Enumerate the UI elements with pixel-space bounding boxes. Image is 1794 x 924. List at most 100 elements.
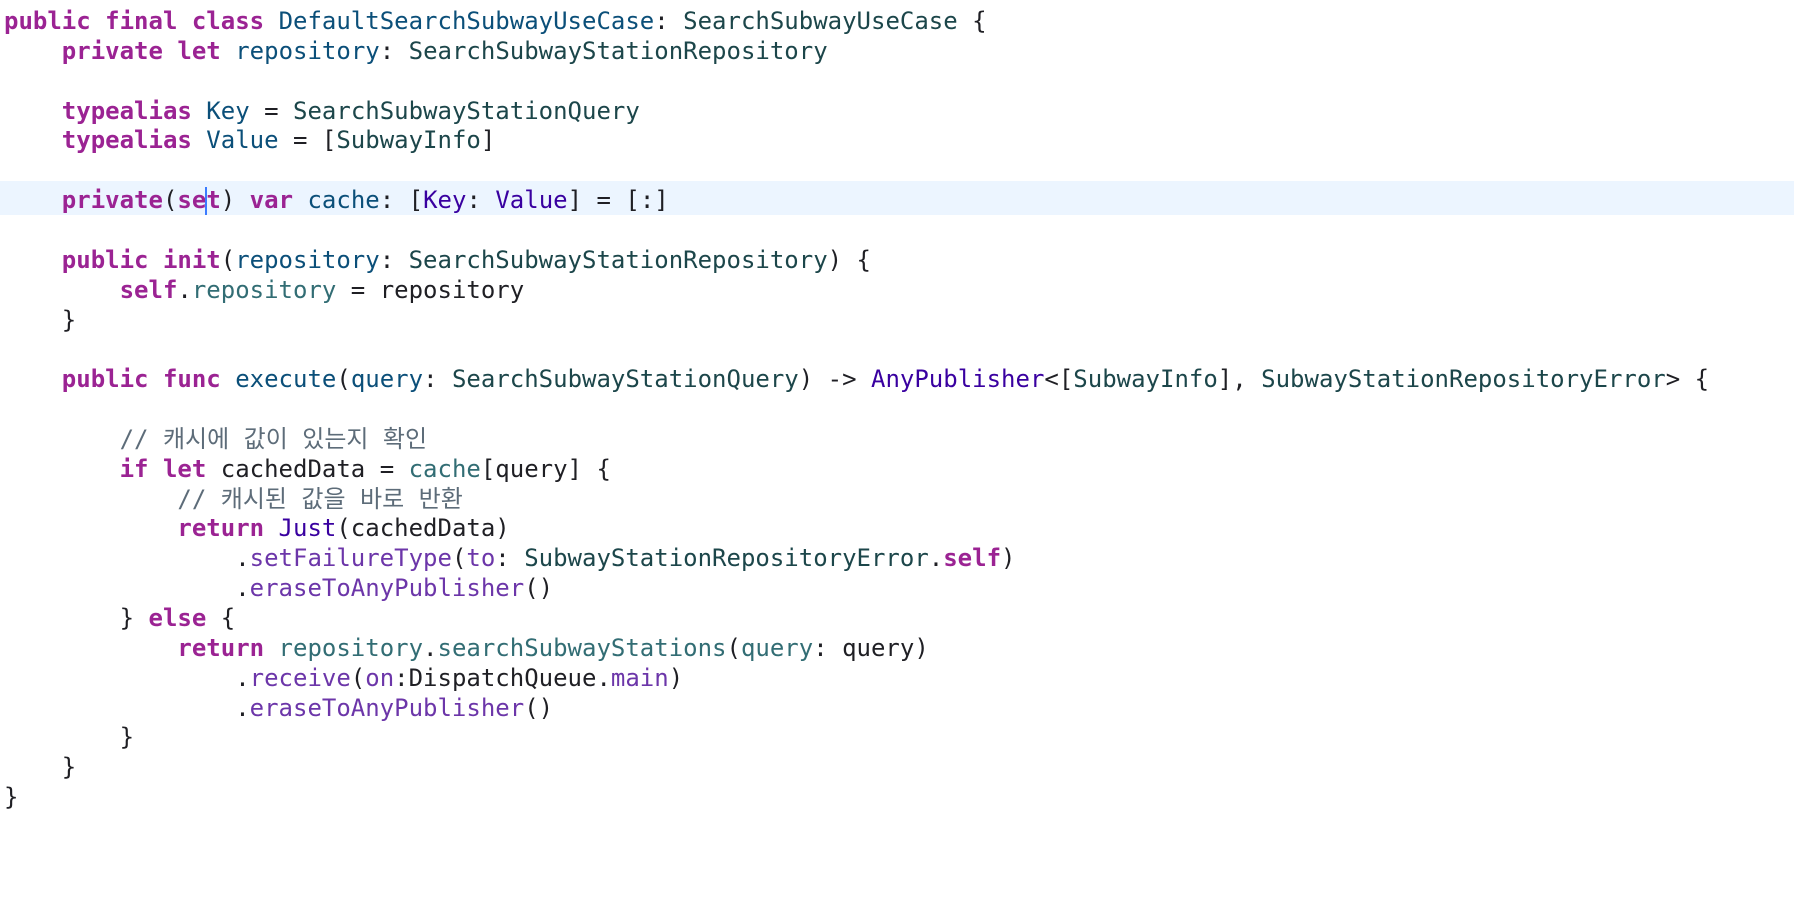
- code-token-tdecl: cache: [307, 186, 380, 215]
- code-token-plain: ]: [480, 126, 496, 155]
- code-token-ptype: AnyPublisher: [871, 365, 1045, 394]
- code-token-plain: cachedData =: [206, 454, 409, 483]
- code-token-type: SubwayStationRepositoryError: [524, 544, 929, 573]
- code-token-plain: }: [4, 753, 77, 782]
- code-token-pfunc: setFailureType: [249, 544, 452, 573]
- code-token-kw: else: [148, 604, 207, 632]
- code-token-ptype: Just: [278, 514, 337, 543]
- code-token-kw: var: [249, 186, 294, 215]
- code-token-kw: private: [61, 36, 163, 65]
- code-token-plain: }: [4, 723, 135, 752]
- code-token-tdecl: repository: [235, 245, 380, 274]
- code-token-plain: (): [524, 693, 554, 722]
- code-token-proj: cache: [408, 454, 481, 483]
- code-token-plain: :DispatchQueue.: [394, 663, 611, 692]
- code-token-plain: ): [1001, 544, 1016, 573]
- code-line[interactable]: }: [4, 303, 76, 337]
- code-token-plain: }: [4, 604, 149, 632]
- code-token-pfunc: to: [466, 544, 496, 573]
- code-token-type: SearchSubwayStationRepository: [408, 245, 828, 274]
- code-token-plain: (: [336, 365, 351, 394]
- code-token-kw: return: [177, 633, 265, 662]
- code-token-tdecl: repository: [235, 36, 380, 65]
- code-line[interactable]: self.repository = repository: [4, 273, 525, 307]
- code-token-plain: : query): [813, 633, 929, 662]
- code-token-type: SubwayInfo: [336, 126, 481, 155]
- code-token-plain: :: [423, 365, 452, 394]
- code-token-plain: :: [379, 245, 409, 274]
- code-token-tdecl: execute: [235, 365, 337, 394]
- code-token-plain: :: [379, 36, 409, 65]
- code-token-plain: }: [4, 305, 77, 334]
- code-token-kw: return: [177, 514, 265, 543]
- code-token-plain: {: [957, 7, 987, 35]
- code-token-plain: (: [350, 663, 366, 692]
- code-token-plain: <[: [1044, 365, 1074, 394]
- code-token-plain: ) ->: [798, 365, 871, 394]
- code-token-plain: = [: [278, 126, 337, 155]
- code-token-type: SearchSubwayStationRepository: [408, 36, 828, 65]
- code-token-kw: se: [177, 186, 207, 215]
- code-line[interactable]: private(set) var cache: [Key: Value] = […: [4, 183, 669, 217]
- code-token-tdecl: query: [350, 365, 424, 394]
- code-token-pfunc: receive: [249, 663, 351, 692]
- code-token-plain: {: [206, 604, 236, 632]
- code-token-kw: public: [61, 245, 149, 274]
- code-line[interactable]: }: [4, 780, 18, 814]
- code-token-proj: repository: [191, 275, 337, 304]
- code-token-plain: (: [726, 633, 741, 662]
- code-line[interactable]: private let repository: SearchSubwayStat…: [4, 34, 828, 68]
- code-line[interactable]: public func execute(query: SearchSubwayS…: [4, 362, 1709, 396]
- code-token-pfunc: on: [365, 663, 395, 692]
- code-token-plain: = repository: [336, 275, 525, 304]
- code-token-plain: : [: [379, 186, 424, 215]
- code-token-plain: ) {: [827, 245, 871, 274]
- code-token-plain: :: [495, 544, 525, 573]
- code-line[interactable]: typealias Value = [SubwayInfo]: [4, 123, 496, 157]
- code-token-plain: ): [668, 663, 684, 692]
- code-token-kw: typealias: [61, 96, 192, 125]
- code-token-plain: .: [4, 574, 250, 603]
- code-token-tdecl: DefaultSearchSubwayUseCase: [278, 7, 655, 35]
- code-token-pfunc: main: [610, 663, 669, 692]
- code-token-kw: let: [177, 36, 221, 65]
- code-token-plain: (: [451, 544, 467, 573]
- code-token-kw: public: [4, 7, 91, 35]
- code-token-ptype: Key: [423, 186, 467, 215]
- code-editor[interactable]: public final class DefaultSearchSubwayUs…: [0, 0, 1794, 924]
- code-token-type: SearchSubwayStationQuery: [293, 96, 640, 125]
- code-token-kw: self: [943, 544, 1002, 573]
- code-token-kw: if: [119, 454, 149, 483]
- code-token-proj: repository: [278, 633, 424, 662]
- code-token-type: SearchSubwayStationQuery: [451, 365, 799, 394]
- code-token-plain: (: [220, 245, 236, 274]
- code-token-kw: class: [191, 7, 265, 35]
- code-token-tdecl: Value: [206, 126, 279, 155]
- code-token-kw: init: [162, 245, 221, 274]
- code-token-comment: // 캐시된 값을 바로 반환: [177, 484, 463, 513]
- code-token-plain: (cachedData): [336, 514, 510, 543]
- code-token-kw: self: [119, 275, 178, 304]
